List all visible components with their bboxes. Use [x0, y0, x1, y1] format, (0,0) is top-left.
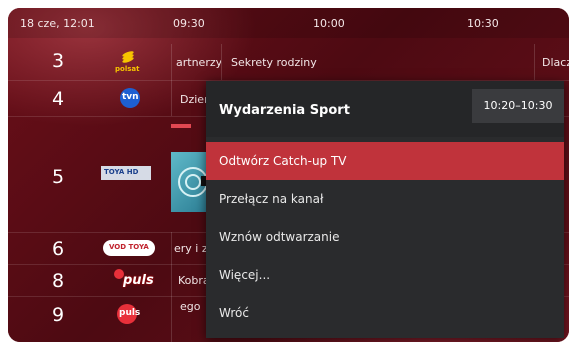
program-title[interactable]: Sekrety rodziny [231, 56, 351, 69]
logo-text: TOYA HD [104, 168, 139, 176]
menu-item-switch-channel[interactable]: Przełącz na kanał [206, 180, 564, 218]
timeline-time: 10:00 [313, 17, 345, 30]
tv-puls-logo: puls [111, 268, 154, 292]
menu-item-play-catchup[interactable]: Odtwórz Catch-up TV [206, 142, 564, 180]
popup-time: 10:20–10:30 [472, 89, 564, 123]
program-title[interactable]: Kobra [178, 274, 208, 287]
program-thumbnail[interactable] [171, 152, 207, 212]
program-title[interactable]: Dlacze [542, 56, 569, 69]
program-title[interactable]: ego [180, 300, 205, 313]
program-context-menu: Wydarzenia Sport 10:20–10:30 Odtwórz Cat… [206, 81, 564, 338]
channel-number: 6 [51, 238, 65, 260]
channel-number: 9 [51, 304, 65, 326]
channel-number: 5 [51, 166, 65, 188]
program-title[interactable]: ery i zaj [174, 242, 206, 255]
popup-title: Wydarzenia Sport [219, 103, 350, 118]
timeline-header: 18 cze, 12:01 09:30 10:00 10:30 [8, 8, 569, 38]
toya-logo: TOYA HD [101, 166, 151, 180]
logo-text: puls [119, 308, 141, 318]
menu-item-resume-playback[interactable]: Wznów odtwarzanie [206, 218, 564, 256]
timeline-time: 10:30 [467, 17, 499, 30]
divider [171, 296, 172, 342]
tvn-logo: tvn [118, 87, 142, 109]
program-title[interactable]: B [568, 314, 569, 327]
progress-indicator [171, 124, 191, 128]
logo-text: VOD TOYA [109, 243, 149, 251]
tv-guide-screen: 18 cze, 12:01 09:30 10:00 10:30 3 polsat… [8, 8, 569, 342]
logo-text: puls [123, 273, 154, 288]
puls2-logo: puls [111, 302, 151, 326]
logo-text: polsat [115, 65, 140, 73]
divider [171, 80, 172, 116]
popup-header: Wydarzenia Sport 10:20–10:30 [206, 81, 564, 137]
program-title[interactable]: artnerzy [176, 56, 221, 69]
channel-number: 3 [51, 50, 65, 72]
channel-number: 8 [51, 270, 65, 292]
menu-item-back[interactable]: Wróć [206, 294, 564, 332]
channel-row[interactable]: 3 polsat artnerzy Sekrety rodziny Dlacze [8, 44, 569, 81]
channel-number: 4 [51, 88, 65, 110]
logo-text: tvn [122, 92, 139, 102]
polsat-logo: polsat [106, 50, 150, 74]
vod-toya-logo: VOD TOYA [103, 240, 155, 256]
divider [221, 44, 222, 80]
menu-item-more[interactable]: Więcej... [206, 256, 564, 294]
current-date-time: 18 cze, 12:01 [20, 17, 95, 30]
divider [171, 232, 172, 264]
timeline-time: 09:30 [173, 17, 205, 30]
divider [171, 264, 172, 296]
divider [534, 44, 535, 80]
divider [171, 44, 172, 80]
